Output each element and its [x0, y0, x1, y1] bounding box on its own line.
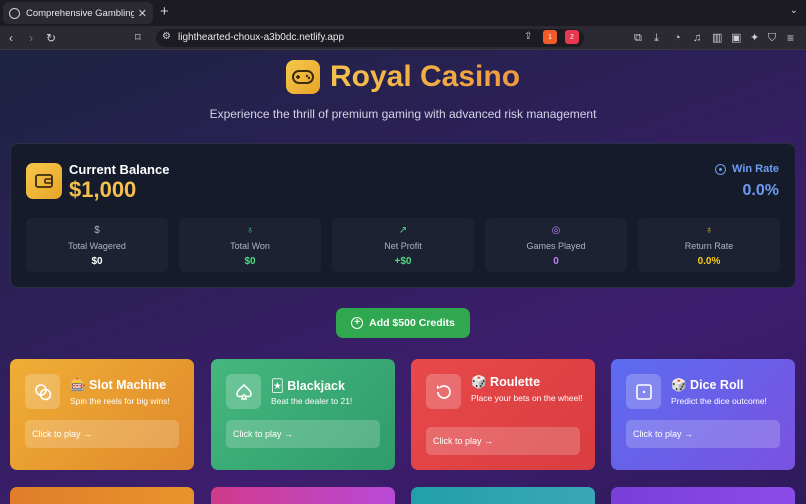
tab-bar: Comprehensive Gambling App ✕ + ⌄ [0, 0, 806, 26]
game-card-partial[interactable] [10, 487, 194, 504]
page-content: Royal Casino Experience the thrill of pr… [0, 50, 806, 504]
game-title: 🎲 Roulette [471, 375, 541, 389]
stat-value: $0 [244, 256, 256, 267]
stat-net-profit: ↗ Net Profit +$0 [332, 218, 474, 272]
toolbar: ‹ › ↻ ⌑ ⚙ lighthearted-choux-a3b0dc.netl… [0, 26, 806, 50]
stat-label: Games Played [526, 241, 586, 251]
vpn-icon[interactable]: ⛉ [768, 30, 776, 46]
url-text[interactable]: lighthearted-choux-a3b0dc.netlify.app [178, 32, 344, 43]
share-icon[interactable]: ⇪ [524, 31, 532, 42]
game-card-dice-roll[interactable]: 🎲 Dice Roll Predict the dice outcome! Cl… [611, 359, 795, 470]
add-credits-button[interactable]: + Add $500 Credits [336, 308, 470, 338]
tab-active[interactable]: Comprehensive Gambling App ✕ [3, 2, 153, 24]
site-info-icon[interactable]: ⚙ [162, 31, 171, 42]
page-title: Royal Casino [329, 60, 521, 93]
stat-value: +$0 [394, 256, 412, 267]
page-subtitle: Experience the thrill of premium gaming … [209, 107, 597, 121]
game-card-partial[interactable] [611, 487, 795, 504]
stat-label: Return Rate [684, 241, 734, 251]
reload-icon[interactable]: ↻ [46, 30, 56, 46]
rotate-icon [426, 374, 461, 409]
win-rate-label-group: Win Rate [715, 163, 779, 175]
stat-label: Net Profit [384, 241, 422, 251]
forward-icon[interactable]: › [29, 30, 33, 46]
wallet-icon [26, 163, 62, 199]
spade-icon [226, 374, 261, 409]
play-button[interactable]: Click to play → [226, 420, 380, 448]
balance-value: $1,000 [69, 177, 137, 202]
brave-shield-icon[interactable]: 1 [543, 30, 557, 44]
rewards-icon[interactable]: 2 [565, 30, 579, 44]
win-rate-value: 0.0% [742, 182, 779, 199]
close-tab-icon[interactable]: ✕ [138, 7, 147, 20]
tab-title: Comprehensive Gambling App [26, 7, 134, 19]
leo-icon[interactable]: ◔ [674, 30, 681, 46]
stat-total-wagered: $ Total Wagered $0 [26, 218, 168, 272]
stat-label: Total Won [230, 241, 270, 251]
target-icon: ◎ [551, 225, 561, 236]
game-card-roulette[interactable]: 🎲 Roulette Place your bets on the wheel!… [411, 359, 595, 470]
add-credits-label: Add $500 Credits [369, 317, 455, 329]
sidebar-icon[interactable]: ▥ [712, 30, 722, 46]
award-icon: ♁ [246, 225, 254, 236]
hero: Royal Casino [0, 60, 806, 94]
sparkle-icon[interactable]: ✦ [750, 30, 759, 46]
game-description: Beat the dealer to 21! [271, 396, 353, 406]
game-card-blackjack[interactable]: 🃏 Blackjack Beat the dealer to 21! Click… [211, 359, 395, 470]
balance-card: Current Balance $1,000 Win Rate 0.0% $ T… [10, 143, 796, 288]
menu-icon[interactable]: ≡ [787, 30, 794, 46]
download-icon[interactable]: ⤓ [654, 30, 659, 46]
wallet-icon[interactable]: ▣ [731, 30, 741, 46]
plus-circle-icon: + [351, 317, 364, 329]
game-description: Place your bets on the wheel! [471, 393, 583, 403]
game-card-partial[interactable] [411, 487, 595, 504]
stat-games-played: ◎ Games Played 0 [485, 218, 627, 272]
balance-label: Current Balance [69, 162, 170, 177]
game-card-partial[interactable] [211, 487, 395, 504]
stat-return-rate: ♁ Return Rate 0.0% [638, 218, 780, 272]
address-bar[interactable]: ⚙ lighthearted-choux-a3b0dc.netlify.app … [156, 29, 584, 47]
trending-up-icon: ↗ [398, 225, 408, 236]
back-icon[interactable]: ‹ [9, 30, 13, 46]
game-title: 🃏 Blackjack [271, 379, 345, 393]
stat-label: Total Wagered [68, 241, 126, 251]
play-button[interactable]: Click to play → [426, 427, 580, 455]
target-icon [715, 163, 727, 175]
globe-icon [9, 7, 20, 19]
game-title: 🎰 Slot Machine [70, 378, 167, 392]
new-tab-icon[interactable]: + [160, 4, 169, 20]
bookmark-icon[interactable]: ⌑ [135, 30, 141, 46]
dice-icon [626, 374, 661, 409]
game-description: Predict the dice outcome! [671, 396, 767, 406]
play-button[interactable]: Click to play → [25, 420, 179, 448]
stat-value: 0.0% [697, 256, 721, 267]
game-card-slot-machine[interactable]: 🎰 Slot Machine Spin the reels for big wi… [10, 359, 194, 470]
music-icon[interactable]: ♫ [693, 30, 701, 46]
coins-icon [25, 374, 60, 409]
chevron-down-icon[interactable]: ⌄ [790, 5, 798, 16]
game-title: 🎲 Dice Roll [671, 378, 744, 392]
game-description: Spin the reels for big wins! [70, 396, 170, 406]
play-button[interactable]: Click to play → [626, 420, 780, 448]
extensions-icon[interactable]: ⧉ [634, 30, 642, 46]
dollar-icon: $ [94, 225, 100, 236]
win-rate-label: Win Rate [732, 163, 779, 175]
stat-value: $0 [91, 256, 103, 267]
stat-total-won: ♁ Total Won $0 [179, 218, 321, 272]
award-icon: ♁ [705, 225, 713, 236]
stat-value: 0 [553, 256, 559, 267]
gamepad-icon [285, 60, 320, 94]
